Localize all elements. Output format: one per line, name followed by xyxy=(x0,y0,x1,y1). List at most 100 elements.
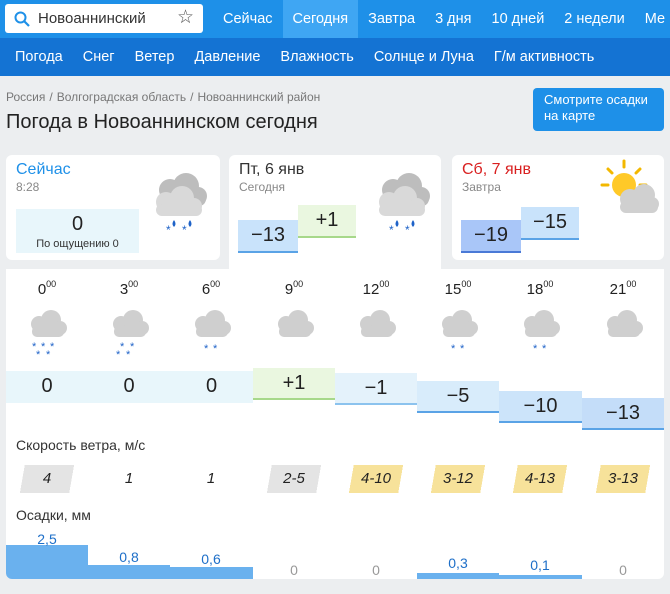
feels-like-label: По ощущению xyxy=(36,238,110,250)
today-max-temp: +1 xyxy=(298,205,356,238)
today-card[interactable]: Пт, 6 янв Сегодня −13 +1 * * xyxy=(229,155,441,269)
hour-temp: +1 xyxy=(253,368,335,400)
precip-bar xyxy=(6,545,88,579)
hour-minutes: 00 xyxy=(626,279,637,289)
current-weather-card[interactable]: Сейчас 8:28 0 По ощущению 0 * * xyxy=(6,155,220,260)
hour-wind: 2-5 xyxy=(264,465,324,493)
hour-value: 0 xyxy=(37,281,47,298)
nav-sun-moon[interactable]: Солнце и Луна xyxy=(364,38,484,76)
now-time: 8:28 xyxy=(16,180,40,194)
tab-3-days[interactable]: 3 дня xyxy=(425,0,481,38)
hour-label: 900 xyxy=(253,279,335,298)
svg-text:*: * xyxy=(36,349,41,360)
sub-nav: Погода Снег Ветер Давление Влажность Сол… xyxy=(0,38,670,76)
search-icon xyxy=(14,11,30,27)
hour-wind: 4-10 xyxy=(346,465,406,493)
now-temp: 0 xyxy=(71,213,84,235)
cloud-light-snow-icon: * * xyxy=(442,310,478,355)
hour-wind: 3-12 xyxy=(428,465,488,493)
tomorrow-card[interactable]: Сб, 7 янв Завтра −19 −15 xyxy=(452,155,664,260)
cloud-icon xyxy=(607,310,643,337)
nav-pressure[interactable]: Давление xyxy=(184,38,270,76)
precip-bar xyxy=(88,565,170,579)
hour-minutes: 00 xyxy=(379,279,390,289)
tomorrow-subtitle: Завтра xyxy=(462,180,501,194)
hour-value: 12 xyxy=(362,281,380,298)
hour-wind: 1 xyxy=(124,470,134,487)
hour-precip: 0 xyxy=(372,562,380,578)
breadcrumb-district[interactable]: Новоаннинский район xyxy=(197,90,320,104)
cloud-icon xyxy=(278,310,314,337)
today-subtitle: Сегодня xyxy=(239,180,285,194)
feels-like-value: 0 xyxy=(112,238,119,250)
tomorrow-min-temp: −19 xyxy=(461,220,521,253)
feels-like: По ощущению 0 xyxy=(16,238,139,250)
precip-bar xyxy=(499,575,582,579)
hour-wind: 4 xyxy=(17,465,77,493)
svg-text:*: * xyxy=(130,341,135,353)
nav-snow[interactable]: Снег xyxy=(73,38,125,76)
breadcrumb: Россия / Волгоградская область / Новоаннинск… xyxy=(6,90,320,104)
favorite-star-icon[interactable]: ☆ xyxy=(177,8,194,27)
precip-label: Осадки, мм xyxy=(16,507,91,523)
hour-label: 1200 xyxy=(335,279,417,298)
hour-label: 1500 xyxy=(417,279,499,298)
svg-text:*: * xyxy=(50,341,55,353)
hour-precip: 0,8 xyxy=(119,549,139,565)
hour-value: 9 xyxy=(284,281,294,298)
cloud-icon xyxy=(360,310,396,337)
today-min-temp: −13 xyxy=(238,220,298,253)
hour-minutes: 00 xyxy=(461,279,472,289)
precip-bar xyxy=(417,573,499,579)
svg-text:*: * xyxy=(533,343,538,355)
hour-label: 1800 xyxy=(499,279,581,298)
nav-geomagnetic[interactable]: Г/м активность xyxy=(484,38,604,76)
precip-bar xyxy=(170,567,253,579)
hour-minutes: 00 xyxy=(293,279,304,289)
svg-text:*: * xyxy=(460,343,465,355)
cloud-heavy-snow-icon: * * ** * xyxy=(31,310,67,360)
tab-2-weeks[interactable]: 2 недели xyxy=(554,0,634,38)
hour-label: 300 xyxy=(88,279,170,298)
tomorrow-max-temp: −15 xyxy=(521,207,579,240)
svg-text:*: * xyxy=(126,349,131,360)
precip-map-button[interactable]: Смотрите осадки на карте xyxy=(533,88,664,131)
hour-value: 3 xyxy=(119,281,129,298)
cloud-snow-icon: * ** * xyxy=(113,310,149,360)
cloud-snow-icon: * * xyxy=(156,173,207,237)
now-temp-box: 0 По ощущению 0 xyxy=(16,209,139,253)
nav-weather[interactable]: Погода xyxy=(5,38,73,76)
today-title: Пт, 6 янв xyxy=(239,161,305,178)
tab-month[interactable]: Ме xyxy=(635,0,670,38)
svg-text:*: * xyxy=(213,343,218,355)
nav-humidity[interactable]: Влажность xyxy=(270,38,363,76)
tab-tomorrow[interactable]: Завтра xyxy=(358,0,425,38)
svg-text:*: * xyxy=(166,223,171,237)
svg-text:*: * xyxy=(204,343,209,355)
tab-today[interactable]: Сегодня xyxy=(282,0,359,38)
hour-wind: 3-13 xyxy=(593,465,653,493)
hour-label: 000 xyxy=(6,279,88,298)
tab-now[interactable]: Сейчас xyxy=(213,0,283,38)
hour-precip: 2,5 xyxy=(37,531,57,547)
hour-temp: −5 xyxy=(417,381,499,413)
hour-value: 15 xyxy=(444,281,462,298)
hour-label: 600 xyxy=(170,279,252,298)
hour-temp: −10 xyxy=(499,391,582,423)
hour-value: 18 xyxy=(526,281,544,298)
sun-cloud-icon xyxy=(600,159,659,213)
hour-minutes: 00 xyxy=(210,279,221,289)
hour-temp: −13 xyxy=(582,398,664,430)
nav-wind[interactable]: Ветер xyxy=(125,38,185,76)
svg-text:*: * xyxy=(46,349,51,360)
search-input[interactable]: Новоаннинский xyxy=(38,10,146,27)
search-box[interactable]: Новоаннинский ☆ xyxy=(5,4,203,33)
tab-10-days[interactable]: 10 дней xyxy=(482,0,555,38)
hour-precip: 0 xyxy=(290,562,298,578)
hour-value: 21 xyxy=(609,281,627,298)
svg-text:*: * xyxy=(451,343,456,355)
breadcrumb-country[interactable]: Россия xyxy=(6,90,45,104)
hour-wind: 4-13 xyxy=(510,465,570,493)
breadcrumb-region[interactable]: Волгоградская область xyxy=(57,90,186,104)
breadcrumb-separator: / xyxy=(190,90,194,104)
